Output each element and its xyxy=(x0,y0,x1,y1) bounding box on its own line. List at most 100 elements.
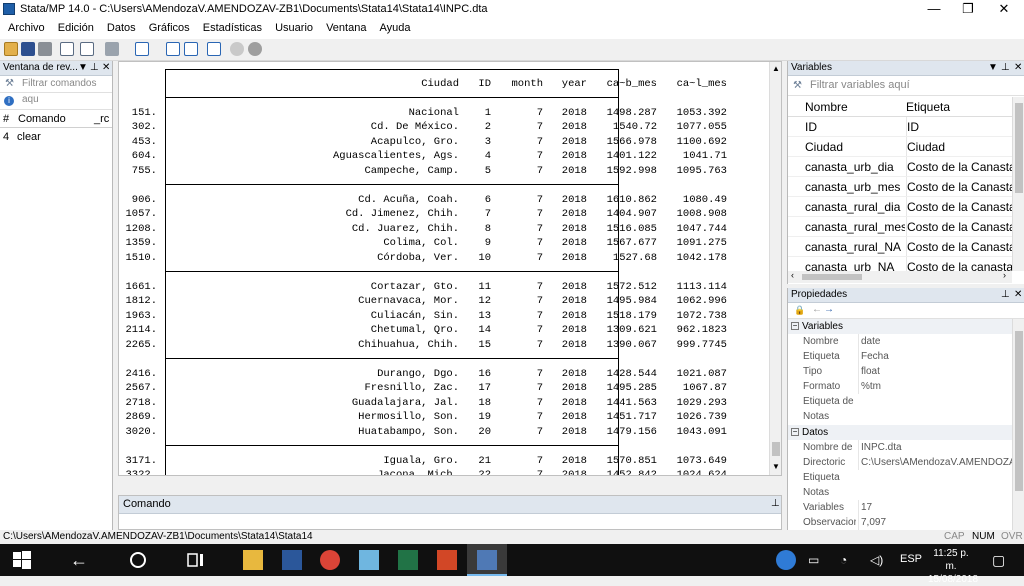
scroll-down-icon[interactable]: ▼ xyxy=(772,462,780,471)
print-icon[interactable] xyxy=(38,42,52,56)
results-scroll-thumb[interactable] xyxy=(772,442,780,456)
collapse-icon[interactable]: − xyxy=(791,428,799,436)
review-filter[interactable]: ⚒ Filtrar comandos aqu xyxy=(0,76,112,105)
filter-icon[interactable]: ▼ xyxy=(78,61,88,75)
menu-estadisticas[interactable]: Estadísticas xyxy=(198,19,267,38)
properties-scroll-thumb[interactable] xyxy=(1015,331,1023,491)
property-row[interactable]: Tipo float xyxy=(788,364,1012,379)
help-icon[interactable] xyxy=(776,550,796,570)
chrome-icon[interactable] xyxy=(320,550,340,570)
variables-hscroll-thumb[interactable] xyxy=(802,274,862,280)
data-editor-icon[interactable] xyxy=(166,42,180,56)
variable-row[interactable]: canasta_rural_mes Costo de la Canasta xyxy=(788,217,1012,237)
menu-archivo[interactable]: Archivo xyxy=(3,19,50,38)
cortana-icon[interactable] xyxy=(128,550,148,570)
variables-col-label[interactable]: Etiqueta xyxy=(906,97,950,117)
powerpoint-icon[interactable] xyxy=(437,550,457,570)
scroll-left-icon[interactable]: ‹ xyxy=(791,270,794,280)
property-row[interactable]: Nombre de INPC.dta xyxy=(788,440,1012,455)
file-explorer-icon[interactable] xyxy=(243,550,263,570)
variable-row[interactable]: Ciudad Ciudad xyxy=(788,137,1012,157)
volume-icon[interactable]: ◁) xyxy=(870,550,890,570)
menu-edicion[interactable]: Edición xyxy=(53,19,99,38)
variable-row[interactable]: canasta_urb_dia Costo de la Canasta xyxy=(788,157,1012,177)
viewer-icon[interactable] xyxy=(80,42,94,56)
log-icon[interactable] xyxy=(60,42,74,56)
property-row[interactable]: Notas xyxy=(788,485,1012,500)
variables-scrollbar[interactable] xyxy=(1012,97,1024,271)
property-row[interactable]: Variables 17 xyxy=(788,500,1012,515)
property-row[interactable]: Etiqueta xyxy=(788,470,1012,485)
variables-scroll-thumb[interactable] xyxy=(1015,103,1023,193)
scroll-up-icon[interactable]: ▲ xyxy=(772,64,780,73)
properties-scrollbar[interactable] xyxy=(1012,319,1024,530)
variables-col-name[interactable]: Nombre xyxy=(805,97,848,117)
property-row[interactable]: Nombre date xyxy=(788,334,1012,349)
battery-icon[interactable]: ▭ xyxy=(808,550,828,570)
variables-filter[interactable]: ⚒ Filtrar variables aquí xyxy=(788,76,1024,96)
property-row[interactable]: Formato %tm xyxy=(788,379,1012,394)
task-view-icon[interactable] xyxy=(186,550,206,570)
close-icon[interactable]: ✕ xyxy=(102,61,110,75)
data-browser-icon[interactable] xyxy=(184,42,198,56)
forward-arrow-icon[interactable]: → xyxy=(824,304,834,315)
menu-datos[interactable]: Datos xyxy=(102,19,141,38)
graph-icon[interactable] xyxy=(105,42,119,56)
word-icon[interactable] xyxy=(282,550,302,570)
pin-icon[interactable]: ⊥ xyxy=(1001,288,1010,302)
lock-icon[interactable]: 🔒 xyxy=(794,305,805,316)
scroll-right-icon[interactable]: › xyxy=(1003,270,1006,280)
review-col-num[interactable]: # xyxy=(3,110,9,128)
property-row[interactable]: Etiqueta de v xyxy=(788,394,1012,409)
save-icon[interactable] xyxy=(21,42,35,56)
menu-usuario[interactable]: Usuario xyxy=(270,19,318,38)
results-scrollbar[interactable]: ▲ ▼ xyxy=(769,62,781,475)
review-col-rc[interactable]: _rc xyxy=(94,110,109,128)
pin-icon[interactable]: ⊥ xyxy=(90,61,99,75)
variable-row[interactable]: canasta_urb_mes Costo de la Canasta xyxy=(788,177,1012,197)
review-list-item[interactable]: 4 clear xyxy=(0,128,112,146)
back-arrow-icon[interactable]: ← xyxy=(812,304,822,315)
properties-section-variables[interactable]: − Variables xyxy=(788,319,1012,334)
variable-row[interactable]: ID ID xyxy=(788,117,1012,137)
variables-hscrollbar[interactable]: ‹ › xyxy=(788,270,1012,283)
minimize-button[interactable]: — xyxy=(916,0,952,19)
menu-graficos[interactable]: Gráficos xyxy=(144,19,195,38)
break-icon[interactable] xyxy=(248,42,262,56)
property-row[interactable]: Directoric C:\Users\AMendozaV.AMENDOZAV- xyxy=(788,455,1012,470)
stata-taskbar-item[interactable] xyxy=(467,544,507,576)
variable-row[interactable]: canasta_rural_NA Costo de la Canasta xyxy=(788,237,1012,257)
pin-icon[interactable]: ⊥ xyxy=(771,497,780,511)
excel-icon[interactable] xyxy=(398,550,418,570)
variables-manager-icon[interactable] xyxy=(207,42,221,56)
variable-row[interactable]: canasta_rural_dia Costo de la Canasta xyxy=(788,197,1012,217)
collapse-icon[interactable]: − xyxy=(791,322,799,330)
results-window[interactable]: Ciudad ID month year ca~b_mes ca~l_mes 151. Nac… xyxy=(118,61,782,476)
close-icon[interactable]: ✕ xyxy=(1014,61,1022,75)
property-row[interactable]: Observacior 7,097 xyxy=(788,515,1012,530)
clock[interactable]: 11:25 p. m. 15/08/2018 xyxy=(928,547,978,586)
menu-ayuda[interactable]: Ayuda xyxy=(375,19,416,38)
pin-icon[interactable]: ⊥ xyxy=(1001,61,1010,75)
restore-button[interactable]: ❐ xyxy=(950,0,986,19)
windows-start-icon[interactable] xyxy=(12,550,32,570)
open-icon[interactable] xyxy=(4,42,18,56)
more-icon[interactable] xyxy=(230,42,244,56)
properties-section-datos[interactable]: − Datos xyxy=(788,425,1012,440)
app-icon[interactable] xyxy=(359,550,379,570)
review-col-command[interactable]: Comando xyxy=(18,110,66,128)
close-button[interactable]: ✕ xyxy=(986,0,1022,19)
back-arrow-icon[interactable]: ← xyxy=(70,550,90,570)
filter-icon[interactable]: ▼ xyxy=(988,61,998,75)
close-icon[interactable]: ✕ xyxy=(1014,288,1022,302)
property-row[interactable]: Notas xyxy=(788,409,1012,424)
command-window[interactable]: Comando ⊥ xyxy=(118,495,782,530)
do-editor-icon[interactable] xyxy=(135,42,149,56)
property-row[interactable]: Etiqueta Fecha xyxy=(788,349,1012,364)
notification-icon[interactable]: ▢ xyxy=(992,550,1012,570)
property-key: Directoric xyxy=(803,457,846,468)
language-indicator[interactable]: ESP xyxy=(900,553,922,565)
info-icon[interactable]: i xyxy=(4,96,14,106)
menu-ventana[interactable]: Ventana xyxy=(321,19,371,38)
wifi-icon[interactable]: ◔ xyxy=(840,550,860,570)
